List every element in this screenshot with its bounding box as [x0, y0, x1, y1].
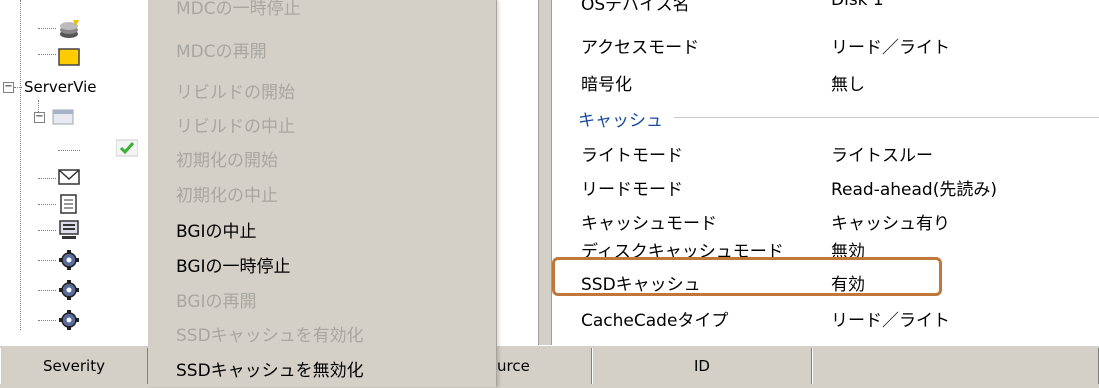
gear-icon[interactable] [58, 280, 79, 300]
menu-item-mdc-pause[interactable]: MDCの一時停止 [176, 0, 301, 19]
tree-connector [38, 178, 56, 179]
highlight-annotation [552, 257, 942, 296]
section-divider [674, 117, 1099, 118]
property-key: 暗号化 [581, 75, 632, 95]
property-row: CacheCadeタイプ リード／ライト [581, 306, 1091, 336]
calendar-icon[interactable] [52, 108, 74, 128]
property-key: リードモード [581, 180, 683, 200]
gear-icon[interactable] [58, 250, 79, 270]
property-value: キャッシュ有り [831, 214, 950, 234]
tree-guide-line [20, 0, 21, 330]
tree-connector [58, 150, 80, 151]
computer-icon[interactable] [58, 220, 79, 240]
property-key: CacheCadeタイプ [581, 311, 729, 331]
column-header-blank[interactable] [812, 348, 1099, 384]
disk-stack-icon[interactable] [58, 20, 79, 40]
gear-icon[interactable] [58, 310, 79, 330]
menu-item-mdc-resume[interactable]: MDCの再開 [176, 37, 267, 62]
menu-item-rebuild-start[interactable]: リビルドの開始 [176, 78, 295, 103]
property-row: アクセスモード リード／ライト [581, 33, 1091, 63]
menu-item-ssd-cache-enable[interactable]: SSDキャッシュを有効化 [176, 321, 364, 346]
property-value: 無し [831, 75, 865, 95]
property-key: OSデバイス名 [581, 0, 690, 15]
tree-collapse-toggle[interactable]: − [3, 82, 14, 93]
tree-connector [14, 87, 22, 88]
folder-icon[interactable] [58, 46, 80, 66]
tree-connector [38, 290, 56, 291]
tree-collapse-toggle[interactable]: − [34, 112, 45, 123]
tree-connector [38, 320, 56, 321]
property-row: 暗号化 無し [581, 70, 1091, 100]
tree-connector [38, 28, 56, 29]
menu-item-bgi-resume[interactable]: BGIの再開 [176, 287, 257, 312]
property-row: リードモード Read-ahead(先読み) [581, 175, 1091, 205]
document-icon[interactable] [58, 194, 78, 214]
menu-item-rebuild-stop[interactable]: リビルドの中止 [176, 112, 295, 137]
menu-item-bgi-stop[interactable]: BGIの中止 [176, 217, 257, 242]
tree-connector [38, 204, 56, 205]
menu-item-init-stop[interactable]: 初期化の中止 [176, 181, 278, 206]
panel-splitter[interactable] [538, 0, 552, 345]
column-header-id[interactable]: ID [592, 348, 812, 384]
property-value: リード／ライト [831, 311, 950, 331]
property-key: アクセスモード [581, 38, 700, 58]
property-row: キャッシュモード キャッシュ有り [581, 209, 1091, 239]
tree-connector [38, 260, 56, 261]
property-value: リード／ライト [831, 38, 950, 58]
tree-item-serverview[interactable]: ServerVie [24, 78, 97, 96]
property-row: ライトモード ライトスルー [581, 141, 1091, 171]
menu-item-bgi-pause[interactable]: BGIの一時停止 [176, 252, 291, 277]
column-header-severity[interactable]: Severity [0, 348, 148, 384]
context-menu: MDCの一時停止 MDCの再開 リビルドの開始 リビルドの中止 初期化の開始 初… [148, 0, 497, 387]
property-row: OSデバイス名 Disk 1 [581, 0, 1091, 20]
column-header-source[interactable]: urce [496, 348, 592, 384]
tree-connector [38, 230, 56, 231]
property-value: ライトスルー [831, 146, 933, 166]
property-value: Read-ahead(先読み) [831, 180, 997, 200]
tree-panel: − ServerVie − [0, 0, 149, 345]
mail-icon[interactable] [58, 168, 80, 188]
tree-connector [38, 54, 56, 55]
menu-item-ssd-cache-disable[interactable]: SSDキャッシュを無効化 [176, 356, 364, 381]
menu-item-init-start[interactable]: 初期化の開始 [176, 146, 278, 171]
check-icon[interactable] [115, 138, 139, 158]
property-value: Disk 1 [831, 0, 884, 10]
property-key: ライトモード [581, 146, 683, 166]
property-key: キャッシュモード [581, 214, 717, 234]
section-header-cache: キャッシュ [578, 111, 663, 131]
